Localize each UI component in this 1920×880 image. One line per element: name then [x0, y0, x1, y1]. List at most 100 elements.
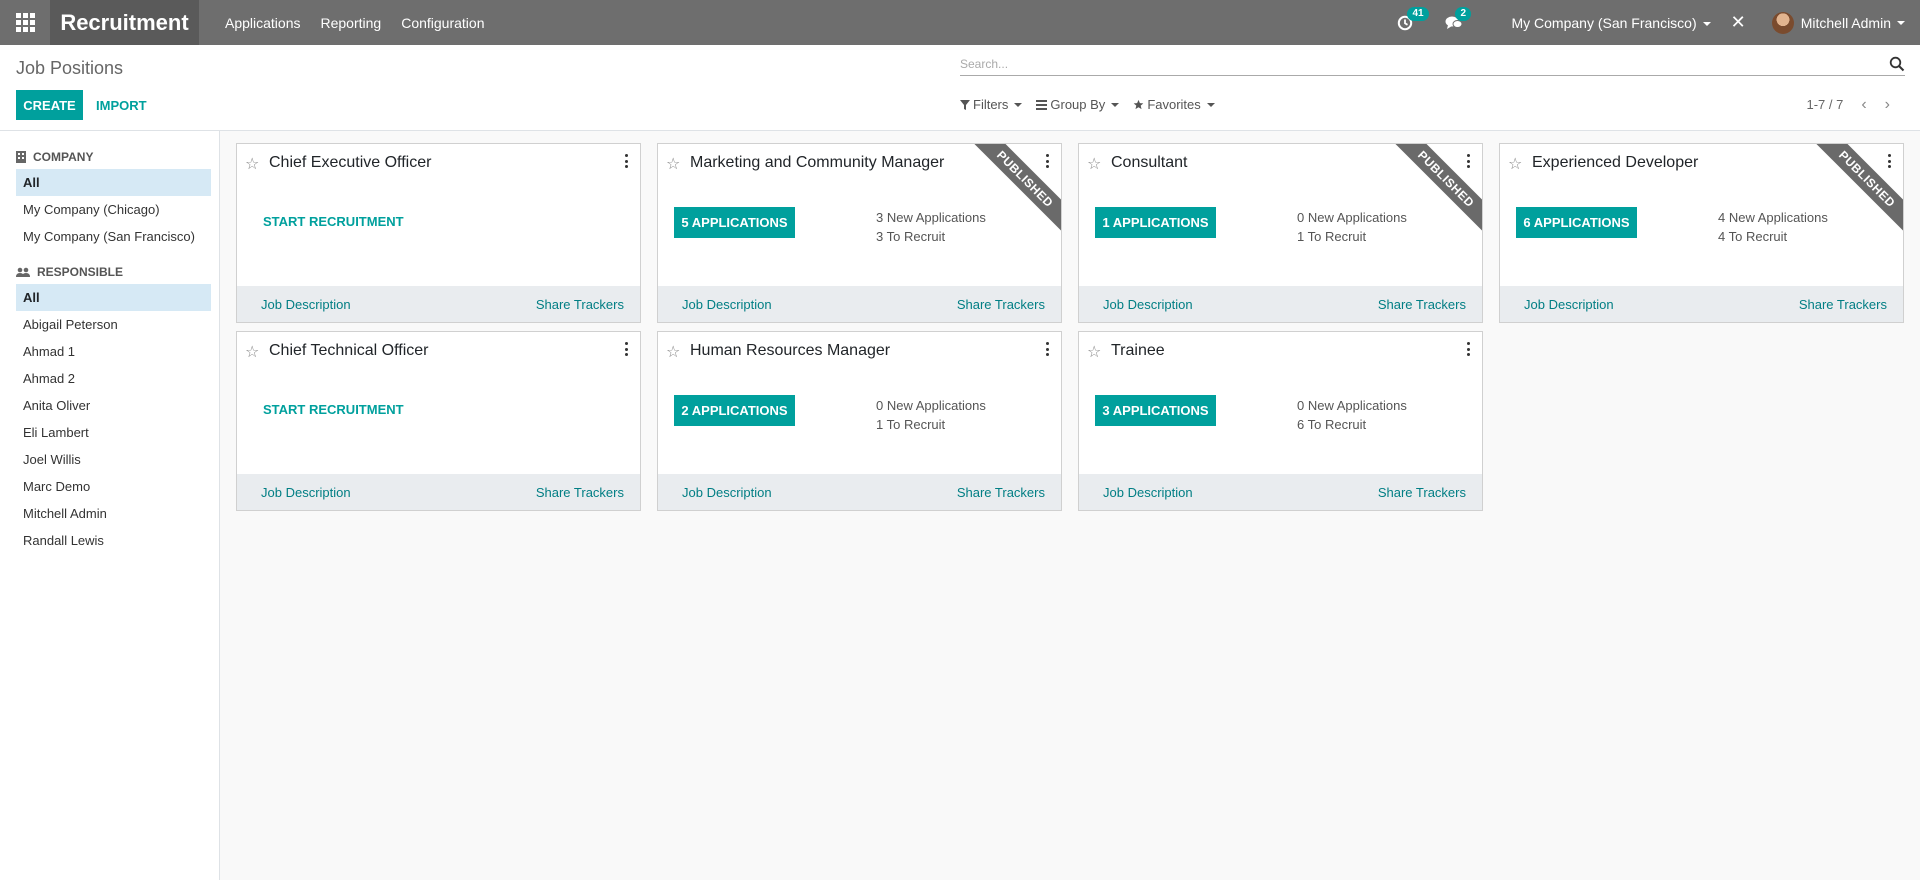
page-title[interactable]: Job Positions: [16, 58, 123, 79]
groupby-button[interactable]: Group By: [1036, 97, 1120, 112]
job-description-link[interactable]: Job Description: [261, 485, 351, 500]
start-recruitment-button[interactable]: START RECRUITMENT: [263, 402, 404, 417]
start-recruitment-button[interactable]: START RECRUITMENT: [263, 214, 404, 229]
job-title[interactable]: Chief Executive Officer: [269, 154, 431, 172]
app-menu-button[interactable]: [0, 0, 50, 45]
to-recruit-link[interactable]: 6 To Recruit: [1297, 417, 1366, 432]
job-description-link[interactable]: Job Description: [1103, 297, 1193, 312]
company-filter-all[interactable]: All: [16, 169, 211, 196]
job-card[interactable]: ☆ Chief Technical Officer START RECRUITM…: [236, 331, 641, 511]
company-filter-chicago[interactable]: My Company (Chicago): [16, 196, 211, 223]
applications-button[interactable]: 1 APPLICATIONS: [1095, 207, 1216, 238]
new-applications-link[interactable]: 0 New Applications: [1297, 398, 1407, 413]
user-menu[interactable]: Mitchell Admin: [1771, 11, 1905, 34]
share-trackers-link[interactable]: Share Trackers: [1799, 297, 1887, 312]
star-icon[interactable]: ☆: [666, 342, 680, 362]
job-description-link[interactable]: Job Description: [261, 297, 351, 312]
company-filter-san-francisco[interactable]: My Company (San Francisco): [16, 223, 211, 250]
search-input[interactable]: [960, 54, 1880, 74]
star-icon[interactable]: ☆: [1508, 154, 1522, 174]
menu-configuration[interactable]: Configuration: [401, 15, 484, 31]
kebab-menu-icon[interactable]: [624, 342, 628, 356]
job-card[interactable]: ☆ Trainee 3 APPLICATIONS 0 New Applicati…: [1078, 331, 1483, 511]
menu-reporting[interactable]: Reporting: [321, 15, 382, 31]
job-card[interactable]: ☆ Chief Executive Officer START RECRUITM…: [236, 143, 641, 323]
new-applications-link[interactable]: 4 New Applications: [1718, 210, 1828, 225]
menu-applications[interactable]: Applications: [225, 15, 301, 31]
kebab-menu-icon[interactable]: [1466, 154, 1470, 168]
responsible-filter-item[interactable]: Mitchell Admin: [16, 500, 211, 527]
responsible-filter-item[interactable]: Ahmad 2: [16, 365, 211, 392]
kebab-menu-icon[interactable]: [1887, 154, 1891, 168]
star-icon[interactable]: ☆: [666, 154, 680, 174]
chevron-left-icon[interactable]: ‹: [1861, 97, 1866, 113]
chevron-right-icon[interactable]: ›: [1885, 97, 1890, 113]
job-description-link[interactable]: Job Description: [1103, 485, 1193, 500]
search-icon[interactable]: [1889, 56, 1905, 72]
company-switcher[interactable]: My Company (San Francisco): [1511, 15, 1711, 31]
close-icon[interactable]: ✕: [1731, 12, 1746, 33]
job-title[interactable]: Experienced Developer: [1532, 154, 1698, 172]
responsible-filter-all[interactable]: All: [16, 284, 211, 311]
to-recruit-link[interactable]: 3 To Recruit: [876, 229, 945, 244]
job-description-link[interactable]: Job Description: [682, 485, 772, 500]
job-card[interactable]: ☆ Human Resources Manager 2 APPLICATIONS…: [657, 331, 1062, 511]
main-menu: Applications Reporting Configuration: [225, 15, 504, 31]
job-card[interactable]: ☆ Consultant PUBLISHED 1 APPLICATIONS 0 …: [1078, 143, 1483, 323]
share-trackers-link[interactable]: Share Trackers: [957, 485, 1045, 500]
share-trackers-link[interactable]: Share Trackers: [536, 297, 624, 312]
job-title[interactable]: Consultant: [1111, 154, 1188, 172]
kebab-menu-icon[interactable]: [1045, 154, 1049, 168]
job-title[interactable]: Human Resources Manager: [690, 342, 890, 360]
responsible-filter-item[interactable]: Marc Demo: [16, 473, 211, 500]
job-description-link[interactable]: Job Description: [682, 297, 772, 312]
kebab-menu-icon[interactable]: [1466, 342, 1470, 356]
responsible-filter-item[interactable]: Abigail Peterson: [16, 311, 211, 338]
job-card[interactable]: ☆ Marketing and Community Manager PUBLIS…: [657, 143, 1062, 323]
share-trackers-link[interactable]: Share Trackers: [1378, 297, 1466, 312]
pager-value[interactable]: 1-7 / 7: [1806, 97, 1843, 112]
star-icon[interactable]: ☆: [245, 342, 259, 362]
search-panel: COMPANY All My Company (Chicago) My Comp…: [0, 131, 220, 880]
share-trackers-link[interactable]: Share Trackers: [536, 485, 624, 500]
share-trackers-link[interactable]: Share Trackers: [957, 297, 1045, 312]
company-header: COMPANY: [0, 147, 219, 167]
to-recruit-link[interactable]: 1 To Recruit: [876, 417, 945, 432]
import-button[interactable]: IMPORT: [96, 90, 147, 120]
kebab-menu-icon[interactable]: [1045, 342, 1049, 356]
create-button[interactable]: CREATE: [16, 90, 83, 120]
to-recruit-link[interactable]: 4 To Recruit: [1718, 229, 1787, 244]
job-description-link[interactable]: Job Description: [1524, 297, 1614, 312]
responsible-section: RESPONSIBLE All Abigail Peterson Ahmad 1…: [0, 262, 219, 554]
app-title[interactable]: Recruitment: [50, 0, 199, 45]
to-recruit-link[interactable]: 1 To Recruit: [1297, 229, 1366, 244]
applications-button[interactable]: 3 APPLICATIONS: [1095, 395, 1216, 426]
new-applications-link[interactable]: 0 New Applications: [1297, 210, 1407, 225]
share-trackers-link[interactable]: Share Trackers: [1378, 485, 1466, 500]
responsible-filter-item[interactable]: Eli Lambert: [16, 419, 211, 446]
new-applications-link[interactable]: 0 New Applications: [876, 398, 986, 413]
new-applications-link[interactable]: 3 New Applications: [876, 210, 986, 225]
messaging-menu[interactable]: 2: [1445, 6, 1472, 31]
star-icon[interactable]: ☆: [245, 154, 259, 174]
responsible-filter-item[interactable]: Randall Lewis: [16, 527, 211, 554]
activity-menu[interactable]: 41: [1397, 6, 1429, 31]
pager: 1-7 / 7 ‹ ›: [1806, 97, 1890, 113]
star-icon[interactable]: ☆: [1087, 154, 1101, 174]
applications-button[interactable]: 2 APPLICATIONS: [674, 395, 795, 426]
kebab-menu-icon[interactable]: [624, 154, 628, 168]
responsible-filter-item[interactable]: Joel Willis: [16, 446, 211, 473]
applications-button[interactable]: 6 APPLICATIONS: [1516, 207, 1637, 238]
star-icon[interactable]: ☆: [1087, 342, 1101, 362]
company-header-label: COMPANY: [33, 150, 94, 164]
favorites-button[interactable]: Favorites: [1133, 97, 1215, 112]
job-card[interactable]: ☆ Experienced Developer PUBLISHED 6 APPL…: [1499, 143, 1904, 323]
filters-button[interactable]: Filters: [960, 97, 1023, 112]
card-footer: Job Description Share Trackers: [658, 474, 1061, 510]
job-title[interactable]: Marketing and Community Manager: [690, 154, 944, 172]
responsible-filter-item[interactable]: Anita Oliver: [16, 392, 211, 419]
applications-button[interactable]: 5 APPLICATIONS: [674, 207, 795, 238]
responsible-filter-item[interactable]: Ahmad 1: [16, 338, 211, 365]
job-title[interactable]: Trainee: [1111, 342, 1165, 360]
job-title[interactable]: Chief Technical Officer: [269, 342, 428, 360]
